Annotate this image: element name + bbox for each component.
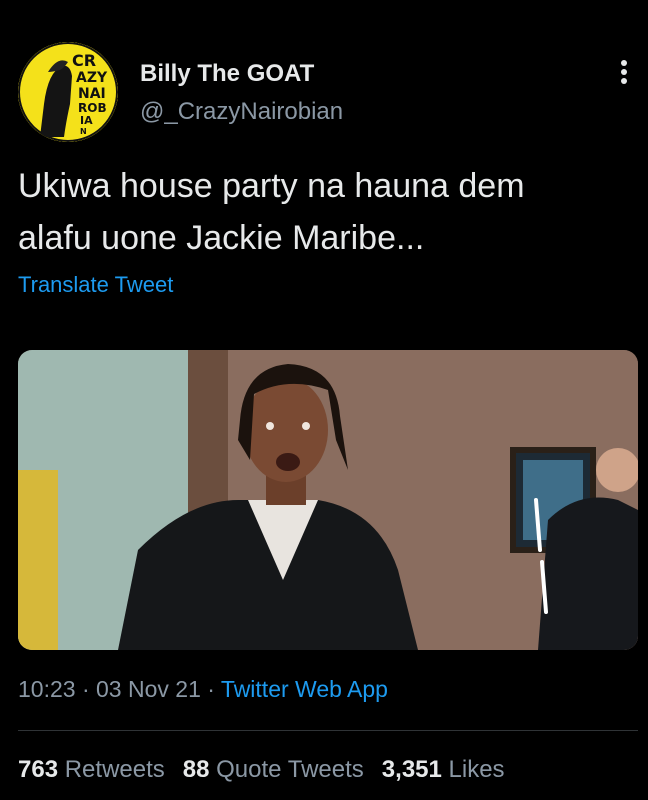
retweets-stat[interactable]: 763 Retweets <box>18 756 165 783</box>
tweet-media-image[interactable] <box>18 350 638 650</box>
meta-separator: · <box>81 676 90 702</box>
tweet-text: Ukiwa house party na hauna dem alafu uon… <box>18 167 525 257</box>
quote-tweets-count: 88 <box>182 756 210 783</box>
tweet-date[interactable]: 03 Nov 21 <box>96 676 201 702</box>
avatar-letters-nai: NAI <box>78 86 106 102</box>
avatar-letters-ia: IA <box>80 114 93 127</box>
quote-tweets-stat[interactable]: 88 Quote Tweets <box>183 756 364 783</box>
avatar-letters-azy: AZY <box>76 70 108 86</box>
tweet-meta: 10:23 · 03 Nov 21 · Twitter Web App <box>18 676 388 703</box>
likes-stat[interactable]: 3,351 Likes <box>382 756 505 783</box>
avatar-image: CR AZY NAI ROB IA N <box>18 42 118 142</box>
author-handle[interactable]: @_CrazyNairobian <box>140 98 343 126</box>
tweet-stats: 763 Retweets 88 Quote Tweets 3,351 Likes <box>18 756 505 784</box>
quote-tweets-label: Quote Tweets <box>216 756 364 783</box>
avatar-letters-cr: CR <box>72 51 96 70</box>
translate-tweet-link[interactable]: Translate Tweet <box>18 272 173 298</box>
likes-count: 3,351 <box>381 756 442 783</box>
retweets-label: Retweets <box>64 756 165 783</box>
likes-label: Likes <box>448 756 505 783</box>
more-vertical-icon[interactable] <box>612 58 636 86</box>
avatar-letters-rob: ROB <box>78 101 107 115</box>
author-name[interactable]: Billy The GOAT <box>140 60 314 88</box>
meta-separator: · <box>207 676 215 702</box>
retweets-count: 763 <box>18 756 59 783</box>
tweet-time[interactable]: 10:23 <box>18 676 76 702</box>
avatar-letters-n: N <box>80 127 87 136</box>
tweet-source-app[interactable]: Twitter Web App <box>221 676 388 702</box>
avatar[interactable]: CR AZY NAI ROB IA N <box>18 42 118 142</box>
divider <box>18 730 638 731</box>
